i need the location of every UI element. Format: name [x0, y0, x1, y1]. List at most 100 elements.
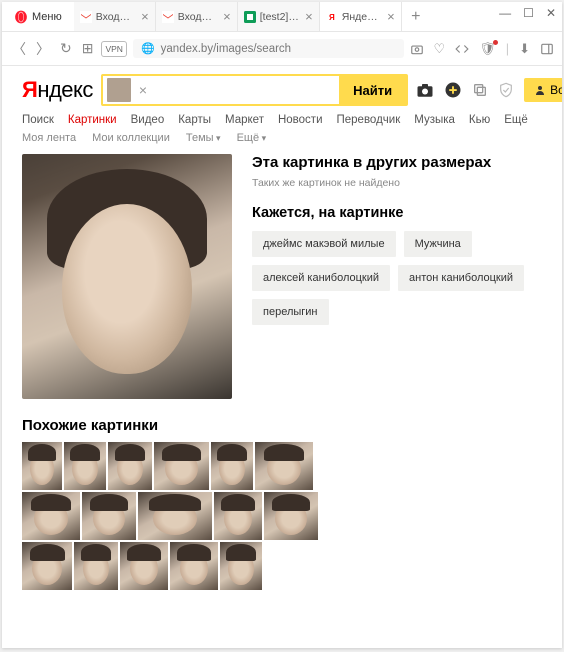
- clear-image-icon[interactable]: ×: [135, 82, 151, 98]
- tag-item[interactable]: джеймс макэвой милые: [252, 231, 396, 257]
- safe-search-icon[interactable]: [498, 81, 514, 99]
- similar-thumb[interactable]: [138, 492, 212, 540]
- nav-translate[interactable]: Переводчик: [337, 114, 401, 126]
- sidebar-toggle-icon[interactable]: [540, 42, 554, 56]
- tab-4[interactable]: Я Яндекс.Кар ×: [320, 2, 402, 31]
- nav-images[interactable]: Картинки: [68, 114, 117, 126]
- heart-icon[interactable]: ♡: [434, 41, 446, 57]
- similar-thumb[interactable]: [74, 542, 118, 590]
- tab-strip: Входящие × Входящие ( × [test2] Mail × Я…: [74, 2, 558, 31]
- logo-y: Я: [22, 77, 37, 103]
- similar-thumb[interactable]: [64, 442, 106, 490]
- speed-dial-button[interactable]: ⊞: [80, 38, 96, 59]
- camera-icon[interactable]: [416, 81, 434, 99]
- back-button[interactable]: 〈: [10, 37, 28, 61]
- nav-maps[interactable]: Карты: [178, 114, 211, 126]
- nav-music[interactable]: Музыка: [414, 114, 455, 126]
- login-label: Войти: [550, 83, 562, 97]
- nav-more[interactable]: Ещё: [504, 114, 528, 126]
- similar-thumb[interactable]: [108, 442, 152, 490]
- sub-nav: Моя лента Мои коллекции Темы Ещё: [22, 132, 542, 144]
- titlebar: Меню Входящие × Входящие ( × [test2] Mai…: [2, 2, 562, 32]
- similar-thumb[interactable]: [22, 442, 62, 490]
- page-content: Яндекс × Найти Войти Поиск Картин: [2, 66, 562, 648]
- tab-3[interactable]: [test2] Mail ×: [238, 2, 320, 31]
- similar-thumb[interactable]: [170, 542, 218, 590]
- search-image-thumb[interactable]: [107, 78, 131, 102]
- similar-thumb[interactable]: [120, 542, 168, 590]
- tab-label: Яндекс.Кар: [342, 11, 381, 23]
- nav-market[interactable]: Маркет: [225, 114, 264, 126]
- shield-icon[interactable]: 🛡: [479, 41, 496, 57]
- code-icon[interactable]: [455, 42, 469, 56]
- gmail-icon: [80, 11, 92, 23]
- vpn-badge[interactable]: VPN: [101, 41, 126, 57]
- menu-label: Меню: [32, 11, 62, 23]
- collections-add-icon[interactable]: [444, 81, 462, 99]
- tab-label: Входящие: [96, 11, 135, 23]
- tab-label: Входящие (: [178, 11, 217, 23]
- service-nav: Поиск Картинки Видео Карты Маркет Новост…: [22, 114, 542, 126]
- similar-thumb[interactable]: [22, 492, 80, 540]
- tag-item[interactable]: алексей каниболоцкий: [252, 265, 390, 291]
- logo-rest: ндекс: [37, 77, 93, 103]
- similar-thumb[interactable]: [82, 492, 136, 540]
- minimize-button[interactable]: —: [499, 6, 511, 20]
- reload-button[interactable]: ↻: [58, 38, 74, 59]
- nav-video[interactable]: Видео: [131, 114, 165, 126]
- user-icon: [534, 84, 546, 96]
- similar-title: Похожие картинки: [22, 417, 542, 434]
- login-button[interactable]: Войти: [524, 78, 562, 102]
- similar-grid: [22, 442, 322, 590]
- browser-menu-button[interactable]: Меню: [6, 8, 70, 26]
- close-icon[interactable]: ×: [141, 9, 149, 24]
- close-window-button[interactable]: ✕: [546, 6, 556, 20]
- subnav-collections[interactable]: Мои коллекции: [92, 132, 170, 144]
- address-bar: 〈 〉 ↻ ⊞ VPN 🌐 yandex.by/images/search ♡ …: [2, 32, 562, 66]
- new-tab-button[interactable]: +: [402, 2, 430, 31]
- sheets-icon: [244, 11, 256, 23]
- tag-list: джеймс макэвой милые Мужчина алексей кан…: [252, 231, 542, 325]
- maximize-button[interactable]: ☐: [523, 6, 534, 20]
- tag-item[interactable]: антон каниболоцкий: [398, 265, 524, 291]
- nav-q[interactable]: Кью: [469, 114, 490, 126]
- similar-thumb[interactable]: [220, 542, 262, 590]
- similar-thumb[interactable]: [264, 492, 318, 540]
- source-image[interactable]: [22, 154, 232, 399]
- close-icon[interactable]: ×: [223, 9, 231, 24]
- search-button[interactable]: Найти: [339, 76, 406, 104]
- download-icon[interactable]: ⬇: [519, 41, 530, 57]
- close-icon[interactable]: ×: [305, 9, 313, 24]
- subnav-feed[interactable]: Моя лента: [22, 132, 76, 144]
- similar-thumb[interactable]: [154, 442, 209, 490]
- opera-icon: [14, 10, 28, 24]
- search-box: × Найти: [101, 74, 408, 106]
- tag-item[interactable]: перелыгин: [252, 299, 329, 325]
- yandex-logo[interactable]: Яндекс: [22, 77, 93, 103]
- subnav-themes[interactable]: Темы: [186, 132, 221, 144]
- yandex-icon: Я: [326, 11, 338, 23]
- subnav-more[interactable]: Ещё: [237, 132, 267, 144]
- similar-thumb[interactable]: [22, 542, 72, 590]
- tag-item[interactable]: Мужчина: [404, 231, 472, 257]
- looks-like-title: Кажется, на картинке: [252, 205, 542, 221]
- nav-news[interactable]: Новости: [278, 114, 323, 126]
- similar-thumb[interactable]: [211, 442, 253, 490]
- url-text: yandex.by/images/search: [161, 43, 291, 55]
- tab-2[interactable]: Входящие ( ×: [156, 2, 238, 31]
- other-sizes-subtitle: Таких же картинок не найдено: [252, 177, 542, 189]
- tab-1[interactable]: Входящие ×: [74, 2, 156, 31]
- url-box[interactable]: 🌐 yandex.by/images/search: [133, 39, 404, 58]
- forward-button[interactable]: 〉: [34, 37, 52, 61]
- copy-icon[interactable]: [472, 82, 488, 98]
- gmail-icon: [162, 11, 174, 23]
- tab-label: [test2] Mail: [260, 11, 299, 23]
- camera-toolbar-icon[interactable]: [410, 42, 424, 56]
- search-input[interactable]: [151, 83, 339, 98]
- nav-search[interactable]: Поиск: [22, 114, 54, 126]
- similar-thumb[interactable]: [214, 492, 262, 540]
- svg-text:Я: Я: [329, 13, 335, 22]
- other-sizes-title: Эта картинка в других размерах: [252, 154, 542, 171]
- similar-thumb[interactable]: [255, 442, 313, 490]
- close-icon[interactable]: ×: [387, 9, 395, 24]
